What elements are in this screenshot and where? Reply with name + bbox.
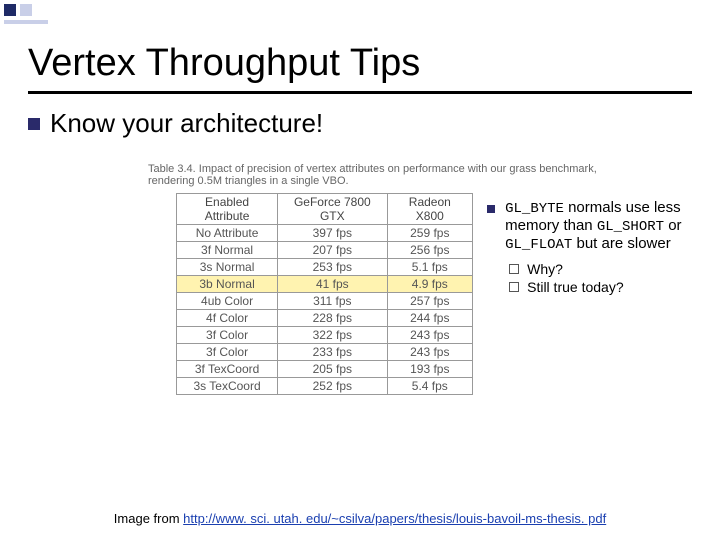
table-cell: 3f TexCoord (177, 361, 278, 378)
source-link[interactable]: http://www. sci. utah. edu/~csilva/paper… (183, 511, 606, 526)
table-cell: 207 fps (278, 242, 387, 259)
performance-table: Enabled AttributeGeForce 7800 GTXRadeon … (176, 193, 473, 395)
note-text: GL_BYTE normals use less memory than GL_… (505, 199, 692, 253)
table-cell: 243 fps (387, 327, 473, 344)
table-row: 4ub Color311 fps257 fps (177, 293, 473, 310)
image-credit: Image from http://www. sci. utah. edu/~c… (0, 511, 720, 526)
sub-bullet: Still true today? (509, 279, 692, 295)
table-cell: 243 fps (387, 344, 473, 361)
sub-bullet: Why? (509, 261, 692, 277)
table-cell: 259 fps (387, 225, 473, 242)
table-cell: 244 fps (387, 310, 473, 327)
table-cell: 5.1 fps (387, 259, 473, 276)
table-row: No Attribute397 fps259 fps (177, 225, 473, 242)
corner-decoration (0, 0, 80, 26)
table-row: 3s TexCoord252 fps5.4 fps (177, 378, 473, 395)
table-cell: 397 fps (278, 225, 387, 242)
table-cell: 193 fps (387, 361, 473, 378)
table-cell: 4.9 fps (387, 276, 473, 293)
table-row: 3s Normal253 fps5.1 fps (177, 259, 473, 276)
table-cell: 233 fps (278, 344, 387, 361)
table-row: 3f Normal207 fps256 fps (177, 242, 473, 259)
checkbox-icon (509, 282, 519, 292)
table-row: 3f Color233 fps243 fps (177, 344, 473, 361)
table-row: 3f TexCoord205 fps193 fps (177, 361, 473, 378)
table-row: 4f Color228 fps244 fps (177, 310, 473, 327)
sub-bullet-text: Why? (527, 261, 563, 277)
table-cell: 228 fps (278, 310, 387, 327)
table-row: 3b Normal41 fps4.9 fps (177, 276, 473, 293)
table-cell: 252 fps (278, 378, 387, 395)
table-cell: 322 fps (278, 327, 387, 344)
table-header: GeForce 7800 GTX (278, 194, 387, 225)
table-cell: 205 fps (278, 361, 387, 378)
slide-title: Vertex Throughput Tips (28, 42, 692, 85)
table-cell: 3f Normal (177, 242, 278, 259)
table-header: Enabled Attribute (177, 194, 278, 225)
table-cell: 5.4 fps (387, 378, 473, 395)
table-cell: 3s TexCoord (177, 378, 278, 395)
sub-bullet-text: Still true today? (527, 279, 624, 295)
bullet-icon (28, 118, 40, 130)
table-cell: 3b Normal (177, 276, 278, 293)
table-cell: 4f Color (177, 310, 278, 327)
table-cell: 311 fps (278, 293, 387, 310)
table-cell: 4ub Color (177, 293, 278, 310)
table-cell: 257 fps (387, 293, 473, 310)
table-cell: 253 fps (278, 259, 387, 276)
table-cell: No Attribute (177, 225, 278, 242)
table-row: 3f Color322 fps243 fps (177, 327, 473, 344)
table-cell: 3f Color (177, 327, 278, 344)
table-caption: Table 3.4. Impact of precision of vertex… (148, 163, 628, 187)
bullet-icon (487, 205, 495, 213)
table-cell: 3s Normal (177, 259, 278, 276)
checkbox-icon (509, 264, 519, 274)
divider (28, 91, 692, 94)
bullet-text: Know your architecture! (50, 108, 323, 139)
table-header: Radeon X800 (387, 194, 473, 225)
table-cell: 256 fps (387, 242, 473, 259)
table-cell: 3f Color (177, 344, 278, 361)
table-cell: 41 fps (278, 276, 387, 293)
